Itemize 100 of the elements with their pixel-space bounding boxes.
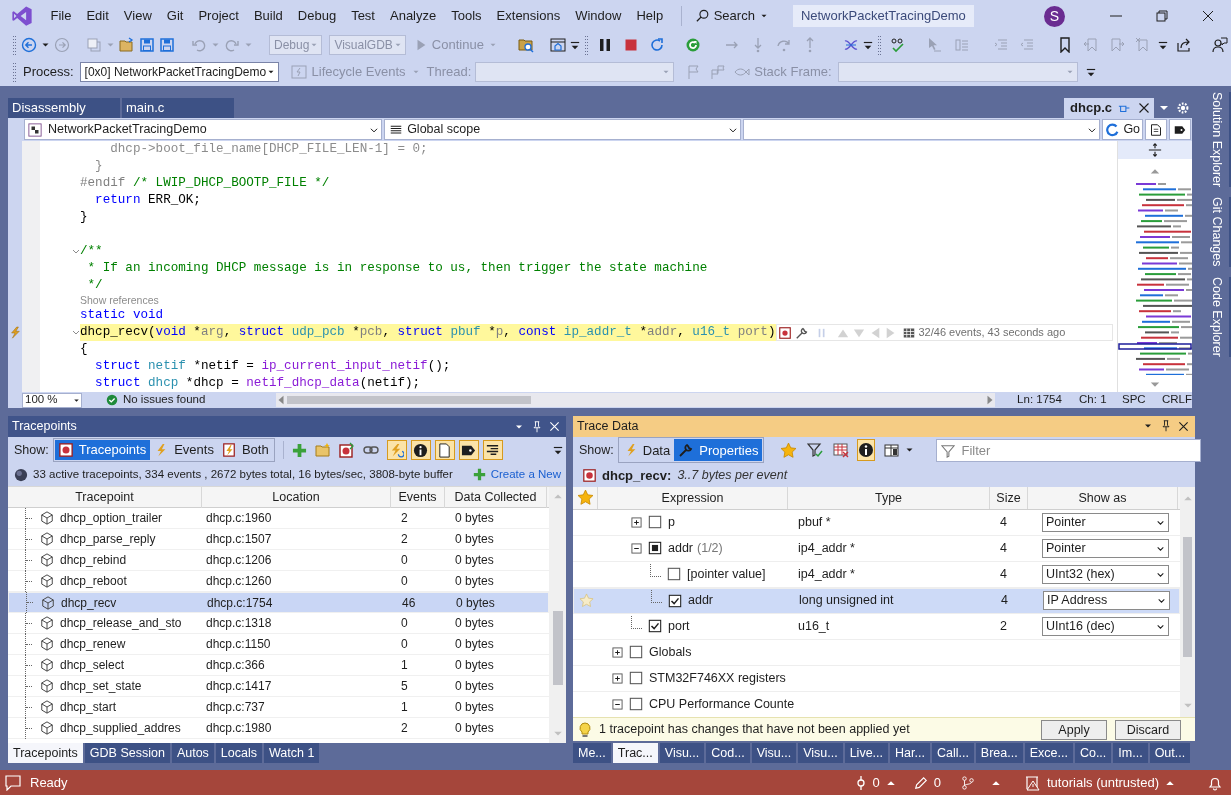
table-remove-icon[interactable] bbox=[833, 442, 850, 459]
show-as-dropdown[interactable]: Pointer bbox=[1042, 512, 1169, 532]
checkbox[interactable] bbox=[648, 515, 662, 530]
new-item-icon[interactable] bbox=[86, 37, 102, 53]
tracepoint-name[interactable]: dhcp_supplied_addres bbox=[60, 719, 181, 737]
toggle-button[interactable] bbox=[410, 440, 431, 460]
column-header[interactable]: Type bbox=[788, 486, 990, 509]
folder-search-icon[interactable] bbox=[517, 37, 534, 53]
pin-icon[interactable] bbox=[1160, 420, 1172, 433]
show-as-dropdown[interactable]: UInt32 (hex) bbox=[1042, 564, 1169, 584]
panel-tab[interactable]: Visu... bbox=[751, 743, 797, 764]
line-ending-indicator[interactable]: CRLF bbox=[1161, 391, 1192, 409]
panel-tab[interactable]: Me... bbox=[573, 743, 611, 764]
document-tab[interactable]: Disassembly bbox=[8, 98, 120, 118]
show-filter-tab[interactable]: Both bbox=[217, 440, 273, 460]
window-icon[interactable] bbox=[549, 37, 566, 53]
toggle-button[interactable] bbox=[458, 440, 479, 460]
column-header[interactable]: Tracepoint bbox=[8, 487, 202, 508]
expand-icon[interactable] bbox=[612, 646, 623, 658]
panel-tab[interactable]: Locals bbox=[215, 743, 262, 763]
toggle-button[interactable] bbox=[434, 440, 455, 460]
process-dropdown[interactable]: [0x0] NetworkPacketTracingDemo bbox=[79, 62, 279, 82]
tracepoint-marker-icon[interactable] bbox=[778, 326, 791, 339]
undo-icon[interactable] bbox=[191, 37, 207, 53]
scroll-down-icon[interactable] bbox=[1150, 381, 1160, 389]
checkbox[interactable] bbox=[667, 567, 681, 582]
panel-tab[interactable]: Im... bbox=[1113, 743, 1148, 764]
new-folder-icon[interactable] bbox=[314, 442, 331, 458]
panel-tab[interactable]: Brea... bbox=[975, 743, 1023, 764]
bookmark-clear-icon[interactable] bbox=[1134, 37, 1151, 53]
spell-check-icon[interactable] bbox=[889, 37, 906, 53]
repository-status[interactable]: tutorials (untrusted) bbox=[1011, 772, 1187, 793]
filter-field[interactable]: Filter bbox=[936, 438, 1202, 462]
panel-tab[interactable]: Cod... bbox=[706, 743, 750, 764]
document-button[interactable] bbox=[1145, 119, 1168, 140]
show-as-dropdown[interactable]: IP Address bbox=[1043, 591, 1170, 611]
tracepoint-name[interactable]: dhcp_release_and_sto bbox=[60, 614, 182, 632]
show-filter-tab[interactable]: Events bbox=[150, 440, 218, 460]
menu-item[interactable]: File bbox=[43, 3, 79, 29]
show-filter-tab[interactable]: Data bbox=[619, 439, 675, 462]
scrollbar-thumb[interactable] bbox=[552, 611, 563, 685]
panel-tab[interactable]: Call... bbox=[931, 743, 974, 764]
tracepoint-name[interactable]: dhcp_rebind bbox=[60, 551, 127, 569]
menu-item[interactable]: Build bbox=[246, 3, 291, 29]
indent-indicator[interactable]: SPC bbox=[1122, 391, 1162, 409]
search-button[interactable]: Search bbox=[691, 6, 773, 26]
panel-tab[interactable]: Visu... bbox=[798, 743, 843, 764]
account-avatar[interactable]: S bbox=[1044, 5, 1065, 27]
open-folder-icon[interactable] bbox=[119, 37, 135, 53]
feedback-icon[interactable] bbox=[1211, 37, 1228, 53]
toggle-button[interactable] bbox=[482, 440, 503, 460]
menu-item[interactable]: Project bbox=[190, 3, 247, 29]
show-references-link[interactable]: Show references bbox=[80, 294, 159, 307]
side-panel-tab[interactable]: Git Changes bbox=[1197, 197, 1231, 267]
panel-tab[interactable]: Trac... bbox=[612, 743, 658, 764]
star-icon[interactable] bbox=[576, 489, 594, 507]
panel-tab[interactable]: Live... bbox=[844, 743, 889, 764]
bookmark-previous-icon[interactable] bbox=[1082, 37, 1099, 53]
menu-item[interactable]: Help bbox=[628, 3, 671, 29]
restart-icon[interactable] bbox=[648, 37, 665, 53]
checkbox[interactable] bbox=[648, 619, 662, 634]
share-icon[interactable] bbox=[1175, 37, 1192, 53]
panel-tab[interactable]: Autos bbox=[171, 743, 214, 763]
horizontal-scrollbar[interactable] bbox=[275, 393, 996, 407]
menu-item[interactable]: Debug bbox=[290, 3, 344, 29]
expand-icon[interactable] bbox=[612, 672, 623, 684]
close-icon[interactable] bbox=[1178, 420, 1189, 432]
menu-item[interactable]: View bbox=[116, 3, 160, 29]
tracepoint-name[interactable]: dhcp_renew bbox=[60, 635, 126, 653]
star-icon[interactable] bbox=[780, 441, 798, 459]
panel-tab[interactable]: Exce... bbox=[1024, 743, 1073, 764]
add-icon[interactable] bbox=[291, 442, 307, 458]
discard-button[interactable]: Discard bbox=[1115, 719, 1181, 740]
fold-caret-icon[interactable] bbox=[72, 328, 80, 337]
show-as-dropdown[interactable]: UInt16 (dec) bbox=[1042, 616, 1169, 636]
wrench-icon[interactable] bbox=[794, 325, 809, 340]
split-icon[interactable] bbox=[1148, 143, 1162, 157]
column-header[interactable]: Size bbox=[990, 486, 1028, 509]
panel-tab[interactable]: GDB Session bbox=[84, 743, 170, 763]
tag-button[interactable] bbox=[1169, 119, 1191, 140]
step-icon[interactable] bbox=[775, 37, 792, 53]
pin-icon[interactable] bbox=[531, 420, 543, 433]
checkbox[interactable] bbox=[629, 645, 643, 660]
scroll-right-icon[interactable] bbox=[986, 395, 995, 405]
zoom-dropdown[interactable]: 100 % bbox=[22, 392, 82, 408]
menu-item[interactable]: Edit bbox=[78, 3, 117, 29]
commits-status[interactable]: 0 bbox=[846, 772, 904, 793]
record-icon[interactable] bbox=[338, 442, 355, 458]
table-icon[interactable] bbox=[902, 326, 915, 339]
bookmark-next-icon[interactable] bbox=[1108, 37, 1125, 53]
tracepoint-name[interactable]: dhcp_recv bbox=[61, 593, 117, 612]
scope-dropdown[interactable]: Global scope bbox=[384, 119, 742, 140]
panel-tab[interactable]: Out... bbox=[1149, 743, 1191, 764]
menu-item[interactable]: Git bbox=[159, 3, 191, 29]
vertical-scrollbar[interactable] bbox=[549, 487, 566, 743]
expand-icon[interactable] bbox=[631, 516, 642, 528]
menu-item[interactable]: Analyze bbox=[382, 3, 444, 29]
scrollbar-thumb[interactable] bbox=[286, 396, 531, 404]
panel-tab[interactable]: Watch 1 bbox=[264, 743, 320, 763]
show-filter-tab[interactable]: Properties bbox=[674, 439, 763, 462]
